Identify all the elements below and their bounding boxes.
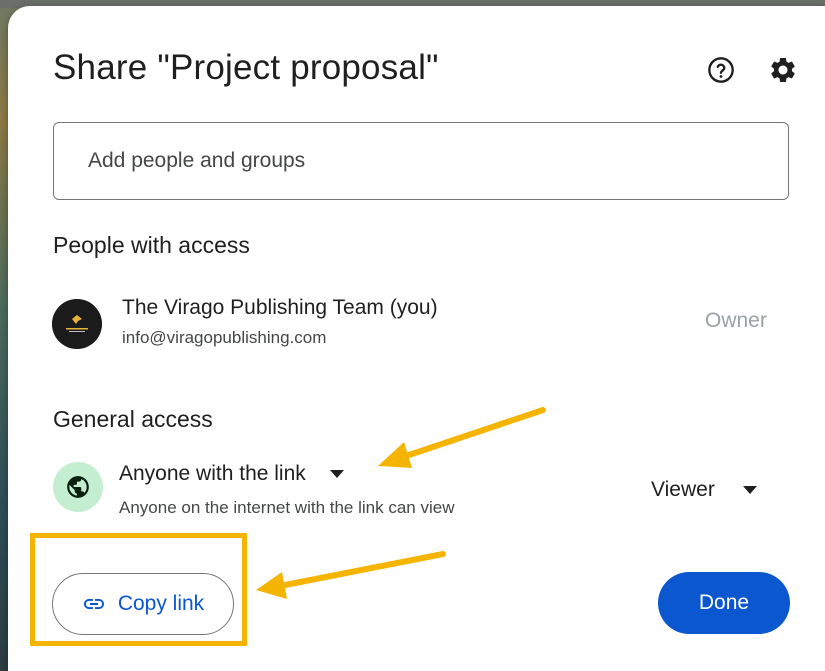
person-email: info@viragopublishing.com [122, 328, 327, 347]
role-value: Viewer [651, 478, 715, 501]
copy-link-label: Copy link [117, 592, 205, 615]
owner-role-label: Owner [705, 309, 767, 332]
people-with-access-heading: People with access [53, 232, 250, 258]
general-access-description: Anyone on the internet with the link can… [119, 498, 455, 517]
avatar [52, 299, 102, 349]
add-people-field[interactable] [53, 122, 789, 200]
done-label: Done [698, 591, 750, 614]
role-dropdown[interactable]: Viewer [651, 474, 757, 506]
caret-down-icon [742, 486, 757, 494]
caret-down-icon [329, 470, 344, 478]
link-icon [83, 599, 104, 609]
publisher-logo-icon [52, 299, 102, 349]
share-dialog: Share "Project proposal" People with acc… [8, 6, 825, 671]
globe-icon-container [53, 462, 103, 512]
done-button[interactable]: Done [658, 572, 790, 634]
help-button[interactable] [701, 50, 741, 90]
general-access-dropdown[interactable]: Anyone with the link [119, 458, 344, 490]
person-name: The Virago Publishing Team (you) [122, 296, 438, 319]
settings-button[interactable] [763, 50, 803, 90]
gear-icon [771, 57, 795, 82]
globe-icon [67, 476, 89, 498]
general-access-value: Anyone with the link [119, 462, 306, 485]
add-people-input[interactable] [86, 148, 690, 174]
dialog-title: Share "Project proposal" [53, 48, 439, 87]
copy-link-button[interactable]: Copy link [52, 573, 234, 635]
help-circle-icon [708, 57, 734, 83]
general-access-heading: General access [53, 406, 213, 432]
